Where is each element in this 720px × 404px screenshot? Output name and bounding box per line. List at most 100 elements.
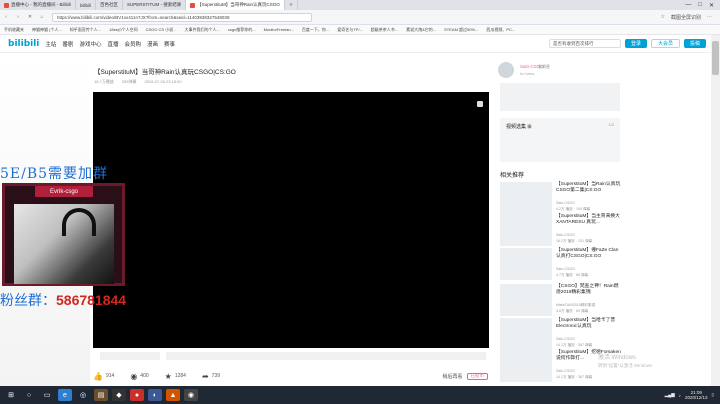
bookmark-item[interactable]: STEAM 超过50%...	[444, 27, 478, 33]
like-button[interactable]: 👍 914	[93, 372, 114, 381]
tab-search-results[interactable]: SUPERSTITUM - 搜索结果	[123, 0, 187, 10]
clock[interactable]: 21:09 2020/12/13	[685, 390, 708, 400]
nav-link-manga[interactable]: 漫画	[147, 40, 158, 48]
url-input[interactable]: https://www.bilibili.com/video/BV1xx411n…	[52, 12, 312, 22]
app-icon[interactable]: ◆	[112, 389, 126, 401]
address-bar: ‹ › ✕ ⌂ https://www.bilibili.com/video/B…	[0, 10, 720, 25]
more-icon[interactable]: ⋯	[707, 14, 712, 21]
favorite-count: 1284	[174, 373, 186, 379]
like-count: 914	[105, 373, 115, 379]
minimize-button[interactable]: —	[685, 2, 691, 9]
chat-icon[interactable]: ◐	[148, 389, 162, 401]
watch-later-label[interactable]: 稍后再看	[442, 373, 462, 380]
star-icon[interactable]: ☆	[661, 14, 665, 21]
search-icon[interactable]: ○	[22, 389, 36, 401]
avatar[interactable]	[498, 62, 514, 78]
nav-link-mall[interactable]: 会员购	[124, 40, 141, 48]
bookmark-item[interactable]: 知乎面宣传个人...	[70, 27, 101, 33]
browser-icon[interactable]: e	[58, 389, 72, 401]
stop-icon[interactable]: ✕	[24, 14, 36, 20]
bookmark-item[interactable]: csgo推荐你的...	[228, 27, 256, 33]
task-view-icon[interactable]: ▭	[40, 389, 54, 401]
maximize-button[interactable]: □	[698, 2, 702, 9]
address-bar-tools: ☆ 截图全屏识别 ⋯	[661, 14, 720, 21]
tab-current-video[interactable]: 【SuperstituM】当哥神Rain认真玩CSGO	[186, 0, 285, 10]
home-icon[interactable]: ⌂	[36, 14, 48, 20]
coin-status-badge[interactable]: 已投币	[466, 372, 488, 380]
related-author: Sain-CSGO	[556, 337, 575, 341]
nav-link-esports[interactable]: 赛事	[164, 40, 175, 48]
list-item[interactable]: 【SuperstituM】当哈卡了普Electronic认真玩 Sain-CSG…	[500, 318, 622, 354]
login-button[interactable]: 登录	[624, 39, 647, 48]
bilibili-logo[interactable]: bilibili	[8, 39, 39, 49]
webcam-name-label: Evrik-csgo	[35, 186, 93, 197]
search-input[interactable]: 是否有收到百次排行	[548, 39, 621, 48]
bookmark-item[interactable]: 神猫神猫 (个人...	[32, 27, 62, 33]
tab-label: SUPERSTITUM - 搜索结果	[127, 2, 182, 7]
windows-start-icon[interactable]: ⊞	[4, 389, 18, 401]
back-icon[interactable]: ‹	[0, 14, 12, 20]
list-item[interactable]: 【SuperstituM】当Rain认真玩CSGO第二集|CS:GO Sain-…	[500, 182, 622, 218]
related-title: 【SuperstituM】撞FaZe Clan认真打CSGO|CS:GO	[556, 248, 619, 259]
scrollbar-thumb[interactable]	[712, 41, 719, 75]
list-item[interactable]: 【SuperstituM】撞FaZe Clan认真打CSGO|CS:GO Sai…	[500, 248, 622, 284]
coin-button[interactable]: ◉ 400	[130, 372, 148, 381]
danmaku-input[interactable]	[166, 352, 486, 360]
danmaku-input-bar	[100, 352, 486, 360]
video-player[interactable]	[93, 92, 489, 348]
list-item[interactable]: 【SuperstituM】当主育来换大XANTARESU 真玩... Sain-…	[500, 214, 622, 250]
obs-icon[interactable]: ◉	[184, 389, 198, 401]
video-thumbnail	[500, 318, 552, 350]
danmaku-settings[interactable]	[100, 352, 160, 360]
close-window-button[interactable]: ✕	[709, 2, 714, 9]
steam-icon[interactable]: ◎	[76, 389, 90, 401]
send-message-link[interactable]: 发消息	[538, 64, 550, 70]
tab-live-center[interactable]: 直播中心 - 我的直播间 - Bilibili	[0, 0, 76, 10]
bookmark-item[interactable]: 超级茶茶人书...	[371, 27, 398, 33]
bookmark-item[interactable]: 大事件我们的个人...	[185, 27, 220, 33]
upload-button[interactable]: 投稿	[683, 39, 706, 48]
vip-button[interactable]: 大会员	[650, 39, 680, 48]
tab-new[interactable]: ＋	[285, 0, 299, 10]
tab-community[interactable]: 百色社区	[96, 0, 124, 10]
notification-icon[interactable]: ▯	[712, 392, 714, 398]
screenshot-tool[interactable]: 截图全屏识别	[671, 14, 701, 21]
tab-label: bilibili	[80, 2, 92, 8]
bilibili-favicon-icon	[4, 2, 9, 8]
watch-later: 稍后再看 已投币	[442, 372, 488, 380]
nav-link-home[interactable]: 主站	[45, 40, 56, 48]
media-icon[interactable]: ●	[130, 389, 144, 401]
tab-label: 直播中心 - 我的直播间 - Bilibili	[11, 2, 71, 7]
network-icon[interactable]: ▂▄▆	[665, 392, 675, 398]
episode-list: 视频选集 ⊞ 1/2	[500, 118, 620, 162]
bookmark-item[interactable]: 18ee(0个人空间	[109, 27, 137, 33]
nav-link-live[interactable]: 直播	[107, 40, 118, 48]
coin-count: 400	[140, 373, 149, 379]
folder-icon[interactable]: ▤	[94, 389, 108, 401]
share-button[interactable]: ➦ 739	[202, 372, 220, 381]
related-author: Sain-CSGO	[556, 267, 575, 271]
tab-bilibili[interactable]: bilibili	[76, 0, 97, 10]
bookmark-item[interactable]: 素说大炮&它的...	[406, 27, 436, 33]
list-item[interactable]: 【CSGO】梵查之神！Rain燃烧2019精彩集锦 MakeTAIN2019精彩…	[500, 284, 622, 320]
pip-icon[interactable]	[477, 101, 483, 107]
game-icon[interactable]: ▲	[166, 389, 180, 401]
tab-label: 【SuperstituM】当哥神Rain认真玩CSGO	[197, 2, 280, 7]
bookmark-item[interactable]: 手机收藏夹	[4, 27, 24, 33]
nav-link-game-center[interactable]: 游戏中心	[79, 40, 101, 48]
nav-link-anime[interactable]: 番剧	[62, 40, 73, 48]
thumbs-up-icon: 👍	[93, 371, 103, 381]
forward-icon[interactable]: ›	[12, 14, 24, 20]
grid-icon[interactable]: ⊞	[527, 124, 531, 130]
bookmark-item[interactable]: CSGO CS 小说...	[146, 27, 177, 33]
favorite-button[interactable]: ★ 1284	[165, 372, 186, 381]
volume-icon[interactable]: ♪	[679, 393, 681, 398]
ad-banner[interactable]	[500, 83, 620, 111]
bookmark-item[interactable]: 百度一下，你...	[302, 27, 329, 33]
bookmark-item[interactable]: 西瓜视频、PC...	[486, 27, 515, 33]
bookmark-item[interactable]: MonitorFreelan...	[264, 27, 294, 32]
search-placeholder: 是否有收到百次排行	[552, 40, 594, 46]
scrollbar[interactable]	[711, 35, 720, 386]
bookmark-item[interactable]: 爱奇艺与TP/...	[337, 27, 363, 33]
overlay-fans-group: 粉丝群：586781844	[0, 290, 126, 310]
